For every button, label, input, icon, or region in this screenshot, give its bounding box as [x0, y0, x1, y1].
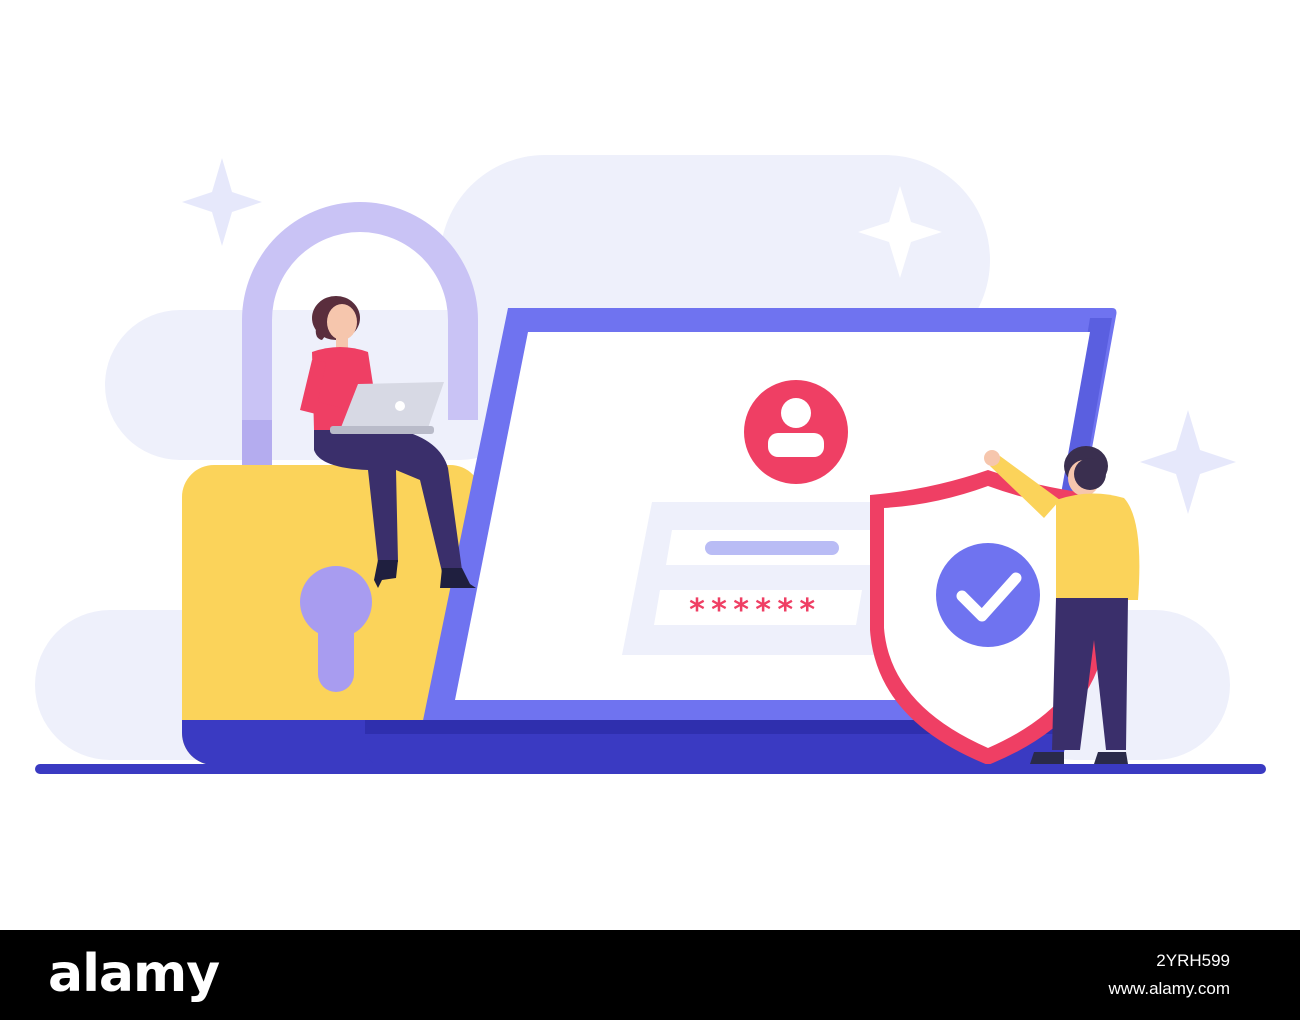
ground-line [35, 764, 1266, 774]
woman-face [327, 304, 357, 340]
footer-bar: alamy 2YRH599 www.alamy.com [0, 930, 1300, 1020]
security-login-illustration: ****** [35, 155, 1266, 774]
man-hand [984, 450, 1000, 466]
username-placeholder-bar [705, 541, 839, 555]
padlock-shackle-shadow [242, 420, 272, 470]
footer-logo: alamy [48, 944, 220, 1004]
site-url: www.alamy.com [1108, 979, 1230, 998]
avatar-circle [744, 380, 848, 484]
password-mask: ****** [688, 593, 820, 628]
image-id: 2YRH599 [1156, 951, 1230, 970]
sparkle-icon [1140, 410, 1236, 514]
man-shirt [1056, 493, 1140, 600]
illustration-stage: ****** alamy 2YRH599 www.alamy.com [0, 0, 1300, 1020]
sparkle-icon [182, 158, 262, 246]
small-laptop-base [330, 426, 434, 434]
login-panel [622, 502, 900, 655]
small-laptop-logo [395, 401, 405, 411]
keyhole-slot [318, 602, 354, 692]
check-circle [936, 543, 1040, 647]
man-shoe-left [1030, 752, 1064, 764]
man-shoe-right [1094, 752, 1128, 764]
